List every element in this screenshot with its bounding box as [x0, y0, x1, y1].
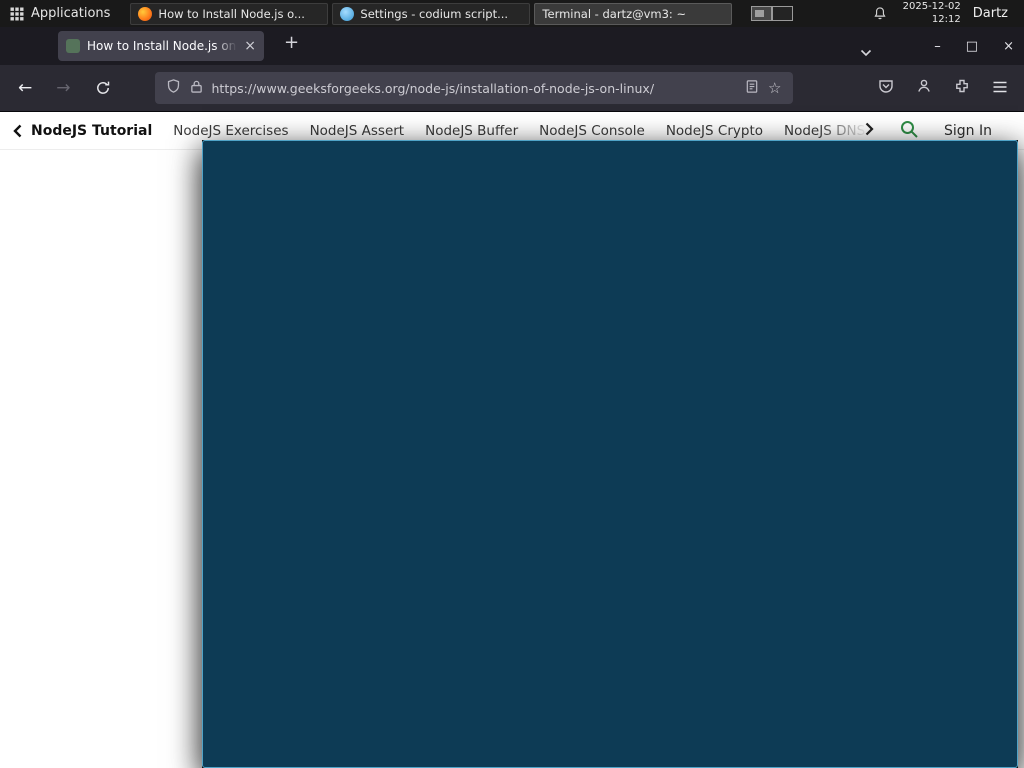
site-nav-link[interactable]: NodeJS Buffer: [425, 123, 518, 139]
applications-label: Applications: [31, 6, 111, 21]
browser-tab-strip: How to Install Node.js on × + – □ ×: [0, 27, 1024, 65]
browser-toolbar: ← → https://www.geeksforgeeks.org/node-j…: [0, 65, 1024, 112]
taskbar-button[interactable]: How to Install Node.js o...: [130, 2, 329, 25]
notifications-bell-icon[interactable]: [873, 6, 887, 21]
url-bar[interactable]: https://www.geeksforgeeks.org/node-js/in…: [154, 72, 793, 104]
chevron-left-icon: [13, 124, 22, 137]
account-icon[interactable]: [916, 78, 932, 98]
toolbar-right-icons: [878, 78, 1008, 98]
taskbar-button[interactable]: Terminal - dartz@vm3: ~: [202, 2, 1018, 768]
tab-close-icon[interactable]: ×: [244, 39, 256, 53]
user-menu[interactable]: Dartz: [973, 6, 1008, 21]
tab-favicon: [66, 39, 80, 53]
menu-hamburger-icon[interactable]: [992, 79, 1008, 98]
panel-clock[interactable]: 2025-12-02 12:12: [903, 1, 961, 26]
forward-button[interactable]: →: [56, 79, 70, 97]
sign-in-button[interactable]: Sign In: [944, 123, 992, 139]
browser-window-controls: – □ ×: [934, 27, 1014, 65]
taskbar-button[interactable]: Settings - codium script...: [332, 2, 531, 25]
extensions-puzzle-icon[interactable]: [954, 78, 970, 98]
chevron-right-icon[interactable]: [865, 121, 874, 140]
shield-icon[interactable]: [166, 78, 181, 98]
new-tab-button[interactable]: +: [284, 34, 299, 52]
taskbar-button-title: Terminal - dartz@vm3: ~: [542, 6, 687, 21]
window-minimize-button[interactable]: –: [934, 39, 941, 54]
taskbar-button-title: Settings - codium script...: [360, 6, 509, 21]
desktop-panel: Applications How to Install Node.js o...…: [0, 0, 1024, 768]
site-nav-link[interactable]: NodeJS Console: [539, 123, 645, 139]
firefox-icon: [138, 6, 153, 21]
terminal-icon: [202, 140, 1018, 768]
taskbar: How to Install Node.js o... Settings - co…: [130, 0, 1018, 768]
applications-grid-icon: [10, 7, 24, 20]
bookmark-star-icon[interactable]: ☆: [768, 80, 781, 96]
browser-tab[interactable]: How to Install Node.js on ×: [58, 31, 264, 61]
clock-time: 12:12: [931, 13, 961, 25]
window-maximize-button[interactable]: □: [966, 39, 978, 54]
site-nav-current[interactable]: NodeJS Tutorial: [31, 123, 152, 139]
site-nav-link[interactable]: NodeJS Assert: [310, 123, 405, 139]
search-icon[interactable]: [899, 119, 919, 143]
clock-date: 2025-12-02: [902, 1, 961, 12]
lock-icon[interactable]: [190, 79, 203, 98]
window-close-button[interactable]: ×: [1003, 39, 1014, 54]
system-tray: 2025-12-02 12:12 Dartz: [750, 0, 1024, 27]
settings-icon: [340, 6, 355, 21]
url-text[interactable]: https://www.geeksforgeeks.org/node-js/in…: [212, 81, 737, 96]
workspace-1[interactable]: [750, 6, 772, 21]
site-nav-link[interactable]: NodeJS Crypto: [666, 123, 763, 139]
list-all-tabs-icon[interactable]: [860, 42, 872, 61]
reload-button[interactable]: [95, 80, 111, 96]
back-button[interactable]: ←: [18, 79, 32, 97]
workspace-2[interactable]: [771, 6, 793, 21]
reader-view-icon[interactable]: [745, 79, 759, 98]
applications-menu-button[interactable]: Applications: [0, 0, 122, 27]
site-nav-back[interactable]: NodeJS Tutorial: [13, 123, 152, 139]
site-nav-link[interactable]: NodeJS Exercises: [173, 123, 288, 139]
workspace-pager[interactable]: [750, 6, 793, 21]
tab-title: How to Install Node.js on: [87, 39, 238, 53]
taskbar-button-title: How to Install Node.js o...: [158, 6, 305, 21]
pocket-icon[interactable]: [878, 78, 894, 98]
